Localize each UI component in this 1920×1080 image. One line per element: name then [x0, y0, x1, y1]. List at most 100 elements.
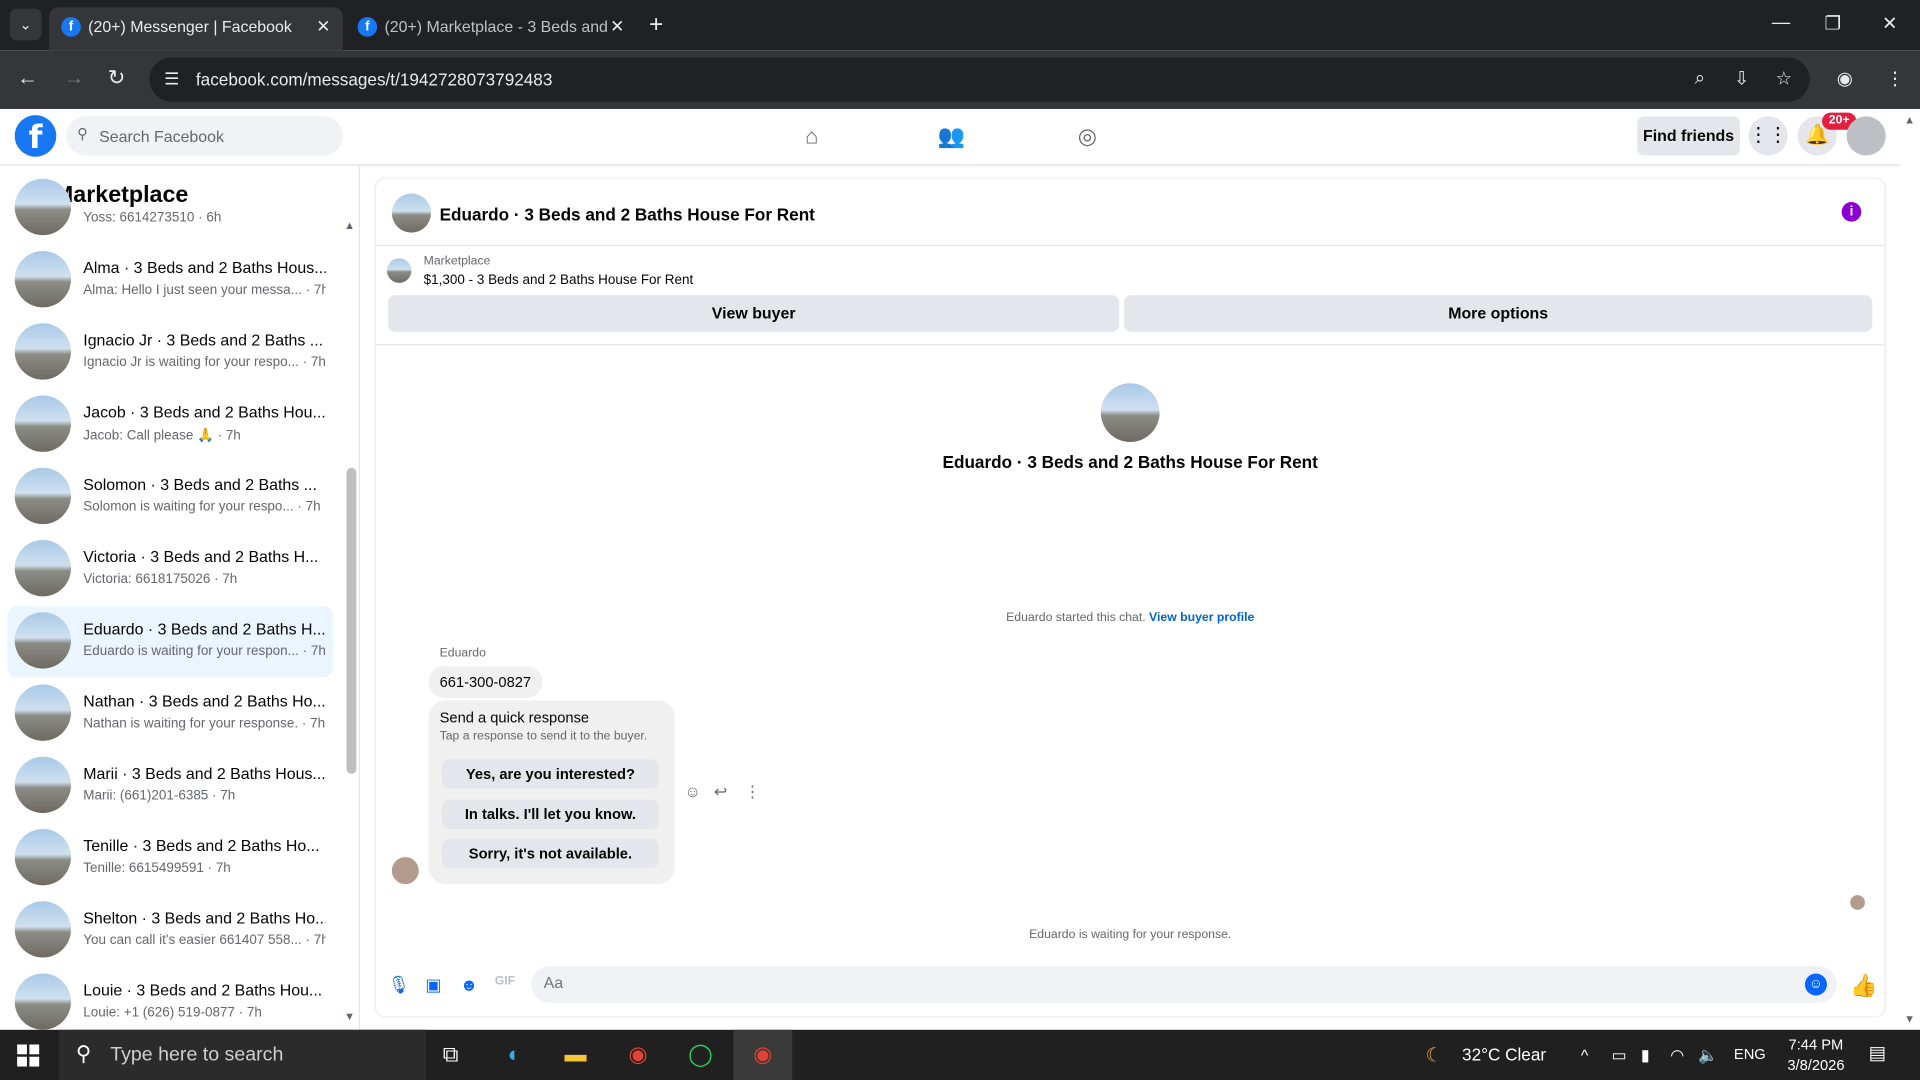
quick-response-subtitle: Tap a response to send it to the buyer.: [439, 729, 648, 744]
conversation-title: Alma · 3 Beds and 2 Baths Hous...: [83, 258, 326, 277]
profile-icon[interactable]: ◉: [1837, 67, 1853, 90]
message-bubble[interactable]: 661-300-0827: [428, 666, 543, 698]
conversation-item[interactable]: Ignacio Jr · 3 Beds and 2 Baths ... Ignac…: [7, 317, 333, 388]
contact-name: Eduardo · 3 Beds and 2 Baths House For R…: [942, 451, 1318, 472]
conversation-item-partial[interactable]: Yoss: 6614273510 · 6h: [7, 178, 333, 236]
find-friends-button[interactable]: Find friends: [1637, 116, 1741, 156]
tab-messenger[interactable]: f (20+) Messenger | Facebook ✕: [48, 7, 343, 51]
wifi-icon[interactable]: ◠: [1670, 1046, 1684, 1066]
taskbar-search-input[interactable]: ⚲ Type here to search: [58, 1029, 427, 1080]
thumbs-up-icon[interactable]: 👍: [1850, 973, 1877, 999]
listing-title[interactable]: $1,300 - 3 Beds and 2 Baths House For Re…: [424, 273, 694, 288]
conversation-preview: Solomon is waiting for your respo... · 7…: [83, 499, 321, 515]
scroll-up-icon[interactable]: ▲: [1904, 114, 1915, 126]
conversation-item[interactable]: Alma · 3 Beds and 2 Baths Hous... Alma: H…: [7, 245, 333, 316]
minimize-icon[interactable]: —: [1772, 12, 1790, 33]
chrome-icon[interactable]: ◉: [609, 1030, 668, 1080]
microphone-icon[interactable]: 🎙: [388, 975, 410, 995]
volume-icon[interactable]: 🔈: [1698, 1046, 1718, 1066]
more-options-button[interactable]: More options: [1124, 295, 1873, 332]
conversation-preview: Marii: (661)201-6385 · 7h: [83, 788, 236, 804]
forward-icon[interactable]: →: [64, 66, 85, 90]
reply-icon[interactable]: ↩: [714, 782, 727, 802]
listing-thumbnail: [14, 901, 72, 958]
listing-thumbnail: [14, 467, 72, 525]
back-icon[interactable]: ←: [17, 66, 38, 90]
quick-response-option[interactable]: Sorry, it's not available.: [442, 838, 659, 869]
message-input[interactable]: [543, 973, 1769, 992]
info-icon[interactable]: i: [1841, 202, 1862, 222]
conversation-title: Tenille · 3 Beds and 2 Baths Ho...: [83, 836, 320, 855]
edge-icon[interactable]: ◐: [485, 1030, 544, 1080]
friends-icon[interactable]: 👥: [937, 124, 966, 151]
tab-marketplace[interactable]: f (20+) Marketplace - 3 Beds and ✕: [345, 7, 636, 50]
sidebar-scrollbar[interactable]: [346, 467, 357, 774]
conversation-preview: Jacob: Call please 🙏 · 7h: [83, 428, 241, 444]
scroll-up-icon[interactable]: ▲: [344, 219, 355, 231]
new-tab-button[interactable]: +: [649, 11, 663, 39]
install-app-icon[interactable]: ⇩: [1734, 67, 1749, 90]
emoji-icon[interactable]: ☺: [1804, 973, 1827, 996]
weather-icon[interactable]: ☾: [1425, 1043, 1443, 1067]
facebook-search-input[interactable]: ⚲ Search Facebook: [66, 116, 343, 156]
chat-avatar[interactable]: [391, 193, 432, 233]
meet-icon[interactable]: ▭: [1611, 1046, 1626, 1066]
sender-avatar[interactable]: [391, 857, 419, 885]
conversation-item[interactable]: Eduardo · 3 Beds and 2 Baths H... Eduardo…: [7, 606, 334, 678]
restore-icon[interactable]: ❐: [1825, 12, 1841, 34]
conversation-title: Ignacio Jr · 3 Beds and 2 Baths ...: [83, 330, 324, 349]
facebook-logo-icon[interactable]: f: [14, 115, 57, 157]
close-window-icon[interactable]: ✕: [1882, 12, 1897, 34]
view-buyer-button[interactable]: View buyer: [388, 295, 1120, 332]
close-tab-icon[interactable]: ✕: [610, 16, 624, 37]
home-icon[interactable]: ⌂: [797, 124, 826, 151]
address-bar[interactable]: ☰ facebook.com/messages/t/19427280737924…: [149, 57, 1810, 102]
conversation-item[interactable]: Marii · 3 Beds and 2 Baths Hous... Marii:…: [7, 751, 333, 822]
account-avatar[interactable]: [1846, 116, 1886, 156]
groups-icon[interactable]: ◎: [1073, 124, 1102, 151]
taskbar-clock[interactable]: 7:44 PM 3/8/2026: [1773, 1035, 1859, 1077]
site-info-icon[interactable]: ☰: [164, 69, 179, 90]
react-icon[interactable]: ☺: [684, 782, 700, 800]
file-explorer-icon[interactable]: ▬: [546, 1030, 605, 1080]
task-view-icon[interactable]: ⧉: [421, 1030, 480, 1080]
gif-icon[interactable]: GIF: [495, 975, 515, 995]
more-icon[interactable]: ⋮: [744, 782, 760, 802]
taskbar-search-placeholder: Type here to search: [110, 1044, 284, 1066]
conversation-item[interactable]: Tenille · 3 Beds and 2 Baths Ho... Tenill…: [7, 823, 333, 894]
weather-text[interactable]: 32°C Clear: [1462, 1044, 1546, 1064]
language-indicator[interactable]: ENG: [1734, 1046, 1766, 1063]
conversation-item[interactable]: Solomon · 3 Beds and 2 Baths ... Solomon …: [7, 462, 333, 533]
whatsapp-icon[interactable]: ◯: [671, 1030, 730, 1080]
view-buyer-profile-link[interactable]: View buyer profile: [1149, 611, 1254, 624]
tab-search-button[interactable]: ⌄: [9, 8, 42, 41]
notification-center-icon[interactable]: ▤: [1869, 1042, 1886, 1064]
quick-response-option[interactable]: Yes, are you interested?: [442, 759, 659, 789]
conversation-item[interactable]: Jacob · 3 Beds and 2 Baths Hou... Jacob: …: [7, 389, 333, 460]
chrome-menu-icon[interactable]: ⋮: [1886, 67, 1904, 90]
url-text: facebook.com/messages/t/1942728073792483: [195, 69, 553, 90]
conversation-item[interactable]: Victoria · 3 Beds and 2 Baths H... Victor…: [7, 534, 333, 605]
chrome-active-icon[interactable]: ◉: [733, 1029, 793, 1080]
scroll-down-icon[interactable]: ▼: [1904, 1013, 1915, 1025]
conversation-item[interactable]: Louie · 3 Beds and 2 Baths Hou... Louie: …: [7, 967, 333, 1030]
show-hidden-icons[interactable]: ^: [1581, 1046, 1588, 1064]
menu-grid-icon[interactable]: ⋮⋮: [1748, 116, 1788, 156]
seen-indicator-avatar: [1850, 895, 1865, 910]
zoom-icon[interactable]: ⌕: [1695, 67, 1705, 88]
quick-response-option[interactable]: In talks. I'll let you know.: [442, 799, 659, 829]
reload-icon[interactable]: ↻: [108, 66, 125, 90]
scroll-down-icon[interactable]: ▼: [344, 1010, 355, 1022]
chat-title[interactable]: Eduardo · 3 Beds and 2 Baths House For R…: [440, 204, 815, 224]
windows-start-icon[interactable]: [17, 1044, 40, 1067]
battery-icon[interactable]: ▮: [1641, 1046, 1650, 1066]
page-scrollbar[interactable]: ▲ ▼: [1900, 108, 1920, 1030]
bookmark-star-icon[interactable]: ☆: [1776, 67, 1792, 90]
close-tab-icon[interactable]: ✕: [316, 16, 330, 37]
conversation-title: Eduardo · 3 Beds and 2 Baths H...: [83, 619, 326, 638]
chat-panel: Eduardo · 3 Beds and 2 Baths House For R…: [375, 178, 1885, 1017]
conversation-item[interactable]: Nathan · 3 Beds and 2 Baths Ho... Nathan …: [7, 678, 333, 749]
conversation-item[interactable]: Shelton · 3 Beds and 2 Baths Ho... You ca…: [7, 895, 333, 966]
sticker-icon[interactable]: ☻: [459, 975, 479, 995]
photo-icon[interactable]: ▣: [424, 975, 444, 995]
